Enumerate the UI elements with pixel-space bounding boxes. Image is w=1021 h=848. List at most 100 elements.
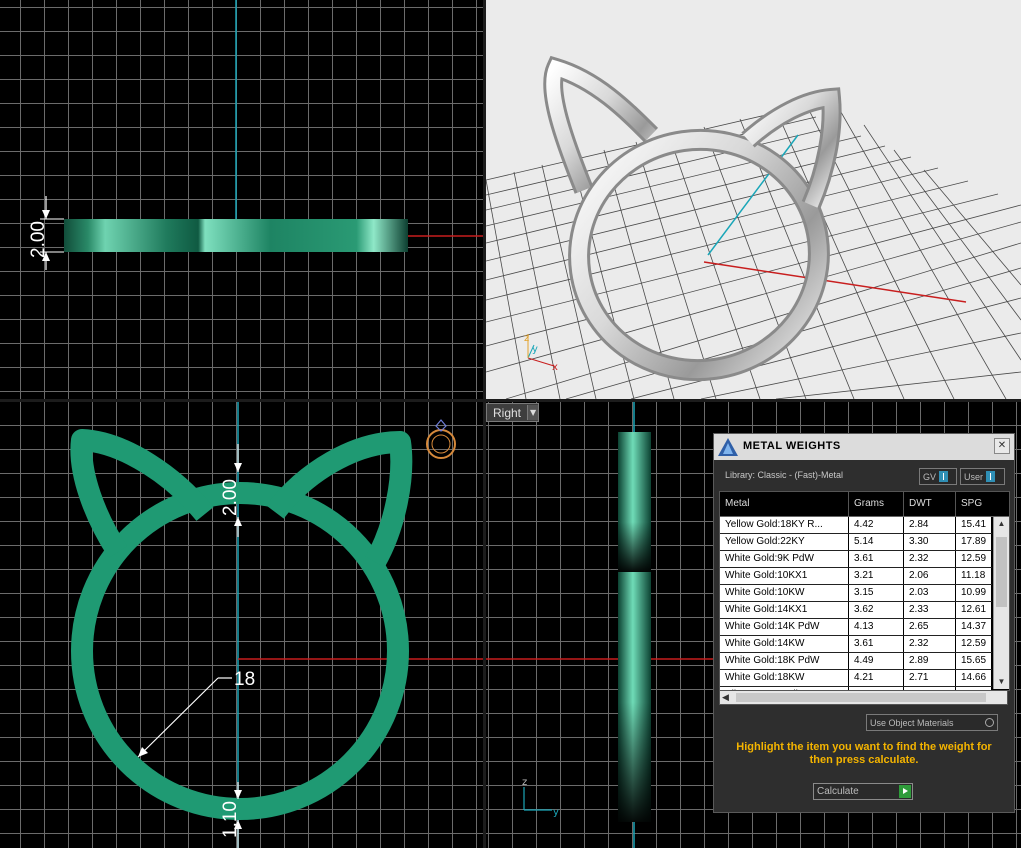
scroll-thumb — [996, 537, 1007, 607]
top-view-canvas: 2.00 — [28, 0, 483, 270]
dimension-bottom: 1.10 — [220, 801, 241, 838]
metal-cell: White Gold:18K PdW — [720, 653, 849, 669]
grams-cell: 4.21 — [849, 670, 904, 686]
grams-cell: 3.15 — [849, 585, 904, 601]
gemvision-logo-icon — [718, 438, 738, 456]
toggle-knob-icon — [986, 471, 996, 482]
spg-cell: 10.99 — [956, 585, 992, 601]
chevron-down-icon[interactable]: ▼ — [527, 405, 539, 420]
dwt-cell: 2.03 — [904, 585, 956, 601]
dwt-cell: 2.89 — [904, 653, 956, 669]
dimension-height: 2.00 — [28, 221, 49, 258]
table-row[interactable]: White Gold:18K PdW 4.49 2.89 15.65 — [720, 653, 992, 670]
persp-x-axis — [703, 261, 967, 303]
panel-title: METAL WEIGHTS — [743, 440, 841, 452]
spg-cell: 14.37 — [956, 619, 992, 635]
svg-text:y: y — [532, 344, 538, 355]
svg-text:z: z — [522, 777, 527, 788]
viewport-label-right[interactable]: Right ▼ — [486, 403, 540, 422]
column-header-dwt[interactable]: DWT — [904, 492, 956, 516]
svg-text:z: z — [524, 333, 529, 344]
scroll-down-icon: ▼ — [997, 677, 1006, 686]
metal-table[interactable]: Metal Grams DWT SPG Yellow Gold:18KY R..… — [719, 491, 1010, 691]
grams-cell: 3.61 — [849, 551, 904, 567]
grams-cell: 4.42 — [849, 517, 904, 533]
column-header-grams[interactable]: Grams — [849, 492, 904, 516]
table-row[interactable]: White Gold:18KW 4.21 2.71 14.66 — [720, 670, 992, 687]
dwt-cell: 2.32 — [904, 636, 956, 652]
table-body: Yellow Gold:18KY R... 4.42 2.84 15.41 Yellow… — [720, 517, 992, 690]
metal-cell: White Gold:10KW — [720, 585, 849, 601]
metal-cell: White Gold:9K PdW — [720, 551, 849, 567]
panel-header: METAL WEIGHTS ✕ — [714, 434, 1014, 460]
front-view-canvas: 2.00 18 1.10 — [70, 402, 483, 848]
spg-cell: 12.59 — [956, 636, 992, 652]
spg-cell: 11.18 — [956, 568, 992, 584]
column-header-metal[interactable]: Metal — [720, 492, 849, 516]
dwt-cell: 2.32 — [904, 551, 956, 567]
scroll-thumb — [736, 693, 986, 702]
calculate-button[interactable]: Calculate — [813, 783, 913, 800]
dimension-thickness: 2.00 — [220, 479, 241, 516]
perspective-viewport[interactable]: x y z — [486, 0, 1021, 399]
grams-cell: 3.62 — [849, 602, 904, 618]
spg-cell: 15.65 — [956, 653, 992, 669]
table-row[interactable]: White Gold:10KX1 3.21 2.06 11.18 — [720, 568, 992, 585]
metal-weights-panel: METAL WEIGHTS ✕ Library: Classic - (Fast… — [713, 433, 1015, 813]
spg-cell: 12.61 — [956, 602, 992, 618]
scroll-left-icon: ◀ — [722, 692, 729, 702]
dwt-cell: 2.65 — [904, 619, 956, 635]
metal-cell: White Gold:14KW — [720, 636, 849, 652]
horizontal-scrollbar[interactable]: ◀ — [719, 690, 1008, 705]
grams-cell: 3.61 — [849, 636, 904, 652]
table-row[interactable]: White Gold:10KW 3.15 2.03 10.99 — [720, 585, 992, 602]
ring-3d-model — [543, 55, 842, 382]
table-row[interactable]: White Gold:14KW 3.61 2.32 12.59 — [720, 636, 992, 653]
perspective-canvas: x y z — [486, 55, 1021, 399]
ring-band-top-view — [64, 219, 408, 252]
close-button[interactable]: ✕ — [994, 438, 1010, 454]
table-row[interactable]: White Gold:14KX1 3.62 2.33 12.61 — [720, 602, 992, 619]
right-axis-gizmo: z y — [522, 777, 559, 818]
table-row[interactable]: Yellow Gold:18KY R... 4.42 2.84 15.41 — [720, 517, 992, 534]
dwt-cell: 3.30 — [904, 534, 956, 550]
ring-icon[interactable] — [426, 419, 456, 459]
ring-front-profile — [70, 429, 413, 820]
grams-cell: 4.13 — [849, 619, 904, 635]
metal-cell: White Gold:14K PdW — [720, 619, 849, 635]
grams-cell: 3.21 — [849, 568, 904, 584]
spg-cell: 14.66 — [956, 670, 992, 686]
use-object-materials-option[interactable]: Use Object Materials — [866, 714, 998, 731]
library-label: Library: Classic - (Fast)-Metal — [725, 470, 844, 480]
table-row[interactable]: Yellow Gold:22KY 5.14 3.30 17.89 — [720, 534, 992, 551]
instruction-message: Highlight the item you want to find the … — [736, 741, 992, 766]
top-viewport[interactable]: 2.00 — [0, 0, 483, 399]
metal-cell: Yellow Gold:22KY — [720, 534, 849, 550]
grams-cell: 4.49 — [849, 653, 904, 669]
table-row[interactable]: White Gold:9K PdW 3.61 2.32 12.59 — [720, 551, 992, 568]
front-viewport[interactable]: 2.00 18 1.10 — [0, 402, 483, 848]
column-header-spg[interactable]: SPG — [956, 492, 1009, 516]
spg-cell: 15.41 — [956, 517, 992, 533]
user-toggle[interactable]: User — [960, 468, 1005, 485]
dwt-cell: 2.33 — [904, 602, 956, 618]
play-icon — [899, 785, 911, 798]
svg-text:x: x — [552, 362, 558, 373]
spg-cell: 12.59 — [956, 551, 992, 567]
metal-cell: White Gold:10KX1 — [720, 568, 849, 584]
metal-cell: White Gold:14KX1 — [720, 602, 849, 618]
viewport-label-text: Right — [493, 405, 522, 420]
scroll-up-icon: ▲ — [997, 519, 1006, 528]
table-row[interactable]: White Gold:14K PdW 4.13 2.65 14.37 — [720, 619, 992, 636]
dimension-diameter: 18 — [234, 669, 255, 690]
toggle-knob-icon — [939, 471, 949, 482]
dwt-cell: 2.06 — [904, 568, 956, 584]
radio-icon — [985, 718, 994, 727]
metal-cell: Yellow Gold:18KY R... — [720, 517, 849, 533]
table-header: Metal Grams DWT SPG — [720, 492, 1009, 517]
vertical-scrollbar[interactable]: ▲ ▼ — [993, 517, 1009, 689]
svg-text:y: y — [553, 807, 559, 818]
spg-cell: 17.89 — [956, 534, 992, 550]
dwt-cell: 2.71 — [904, 670, 956, 686]
gv-toggle[interactable]: GV — [919, 468, 957, 485]
